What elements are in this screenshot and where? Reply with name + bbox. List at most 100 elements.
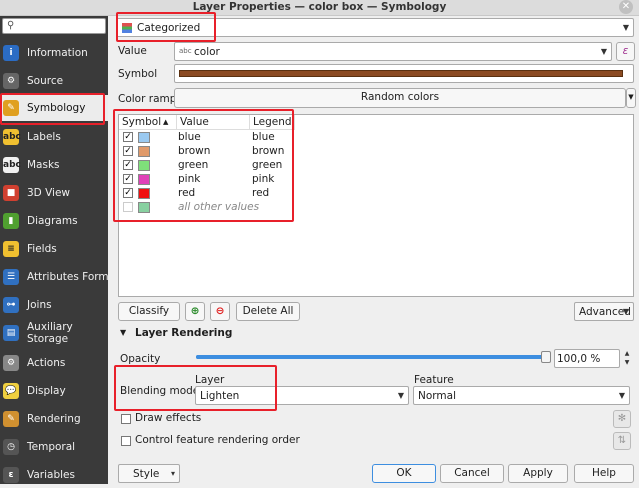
auxiliary-storage-icon: ▤ — [3, 325, 19, 341]
sidebar-item-label: Actions — [27, 357, 66, 369]
color-ramp-label: Color ramp — [118, 93, 177, 105]
style-label: Style — [133, 468, 160, 480]
draw-effects-label: Draw effects — [135, 412, 202, 424]
style-menu[interactable]: Style ▾ — [118, 464, 180, 483]
temporal-icon: ◷ — [3, 439, 19, 455]
classify-button[interactable]: Classify — [118, 302, 180, 321]
sidebar-item-temporal[interactable]: ◷ Temporal — [0, 434, 108, 460]
table-row[interactable]: all other values — [119, 201, 419, 215]
table-row[interactable]: ✓ red red — [119, 187, 419, 201]
symbology-icon: ✎ — [3, 100, 19, 116]
sidebar-item-information[interactable]: i Information — [0, 40, 108, 66]
apply-button[interactable]: Apply — [508, 464, 568, 483]
blending-mode-label: Blending mode — [120, 385, 200, 397]
opacity-spinbox[interactable]: 100,0 % — [554, 349, 620, 368]
table-row[interactable]: ✓ brown brown — [119, 145, 419, 159]
sidebar-item-label: Masks — [27, 159, 60, 171]
draw-effects-checkbox[interactable] — [121, 414, 131, 424]
feature-blend-label: Feature — [414, 374, 454, 386]
category-checkbox[interactable]: ✓ — [123, 160, 133, 170]
category-legend: brown — [252, 145, 285, 157]
opacity-slider-track[interactable] — [196, 355, 546, 359]
symbol-color-swatch — [179, 70, 623, 77]
joins-icon: ⊶ — [3, 297, 19, 313]
display-icon: 💬 — [3, 383, 19, 399]
advanced-menu[interactable]: Advanced ▼ — [574, 302, 634, 321]
sidebar-item-masks[interactable]: abc Masks — [0, 152, 108, 178]
category-legend: pink — [252, 173, 275, 185]
sidebar-search-input[interactable]: ⚲ — [2, 18, 106, 34]
sidebar-item-display[interactable]: 💬 Display — [0, 378, 108, 404]
collapse-icon[interactable]: ▼ — [120, 328, 126, 337]
value-field-select[interactable]: abc color ▼ — [174, 42, 612, 61]
header-symbol[interactable]: Symbol ▲ — [119, 115, 177, 130]
symbol-label: Symbol — [118, 68, 158, 80]
masks-icon: abc — [3, 157, 21, 173]
sidebar-item-rendering[interactable]: ✎ Rendering — [0, 406, 108, 432]
title-bar: Layer Properties — color box — Symbology… — [0, 0, 639, 16]
sidebar-item-label: Diagrams — [27, 215, 78, 227]
header-symbol-label: Symbol — [122, 116, 162, 128]
table-row[interactable]: ✓ blue blue — [119, 131, 419, 145]
sidebar-item-variables[interactable]: ε Variables — [0, 462, 108, 488]
header-value[interactable]: Value — [177, 115, 250, 130]
category-legend: red — [252, 187, 270, 199]
category-swatch[interactable] — [138, 132, 150, 143]
remove-category-button[interactable]: ⊖ — [210, 302, 230, 321]
layer-blend-value: Lighten — [200, 390, 240, 402]
help-button[interactable]: Help — [574, 464, 634, 483]
color-ramp-button[interactable]: Random colors — [174, 88, 626, 108]
opacity-spin-arrows[interactable]: ▲ ▼ — [620, 349, 634, 368]
sidebar-item-label: 3D View — [27, 187, 71, 199]
3d-view-icon: ■ — [3, 185, 19, 201]
sidebar-item-diagrams[interactable]: ▮ Diagrams — [0, 208, 108, 234]
category-checkbox[interactable]: ✓ — [123, 146, 133, 156]
sidebar-item-attributes-form[interactable]: ☰ Attributes Form — [0, 264, 109, 290]
category-checkbox[interactable] — [123, 202, 133, 212]
category-checkbox[interactable]: ✓ — [123, 174, 133, 184]
color-ramp-dropdown[interactable]: ▼ — [626, 88, 636, 108]
sidebar-item-actions[interactable]: ⚙ Actions — [0, 350, 108, 376]
category-checkbox[interactable]: ✓ — [123, 188, 133, 198]
header-legend[interactable]: Legend — [250, 115, 295, 130]
category-swatch[interactable] — [138, 146, 150, 157]
opacity-slider-handle[interactable] — [541, 351, 551, 363]
category-swatch[interactable] — [138, 202, 150, 213]
feature-blend-select[interactable]: Normal ▼ — [413, 386, 630, 405]
category-swatch[interactable] — [138, 188, 150, 199]
expression-button[interactable]: ε — [616, 42, 635, 61]
add-category-button[interactable]: ⊕ — [185, 302, 205, 321]
effects-settings-icon[interactable]: ✻ — [613, 410, 631, 428]
variables-icon: ε — [3, 467, 19, 483]
sidebar-item-auxiliary[interactable]: ▤ Auxiliary Storage — [0, 320, 108, 346]
cancel-button[interactable]: Cancel — [440, 464, 504, 483]
sidebar-item-joins[interactable]: ⊶ Joins — [0, 292, 108, 318]
renderer-type-select[interactable]: Categorized ▼ — [116, 18, 634, 37]
layer-rendering-title: Layer Rendering — [135, 327, 233, 339]
sidebar-item-symbology[interactable]: ✎ Symbology — [0, 95, 108, 121]
category-value: red — [178, 187, 196, 199]
table-row[interactable]: ✓ green green — [119, 159, 419, 173]
labels-icon: abc — [3, 129, 21, 145]
sidebar-item-3d-view[interactable]: ■ 3D View — [0, 180, 108, 206]
sidebar-item-fields[interactable]: ≡ Fields — [0, 236, 108, 262]
category-checkbox[interactable]: ✓ — [123, 132, 133, 142]
close-icon[interactable]: ✕ — [619, 0, 633, 14]
control-order-checkbox[interactable] — [121, 436, 131, 446]
value-field: color — [194, 46, 220, 58]
ok-button[interactable]: OK — [372, 464, 436, 483]
order-settings-icon[interactable]: ⇅ — [613, 432, 631, 450]
category-swatch[interactable] — [138, 174, 150, 185]
table-row[interactable]: ✓ pink pink — [119, 173, 419, 187]
category-swatch[interactable] — [138, 160, 150, 171]
sidebar-item-label: Labels — [27, 131, 61, 143]
sidebar-item-source[interactable]: ⚙ Source — [0, 68, 108, 94]
layer-blend-select[interactable]: Lighten ▼ — [195, 386, 409, 405]
category-value: green — [178, 159, 209, 171]
sidebar-item-labels[interactable]: abc Labels — [0, 124, 108, 150]
symbol-button[interactable] — [174, 64, 634, 83]
delete-all-button[interactable]: Delete All — [236, 302, 300, 321]
sort-up-icon: ▲ — [163, 118, 169, 126]
sidebar-item-label: Fields — [27, 243, 57, 255]
sidebar-item-label: Temporal — [27, 441, 76, 453]
